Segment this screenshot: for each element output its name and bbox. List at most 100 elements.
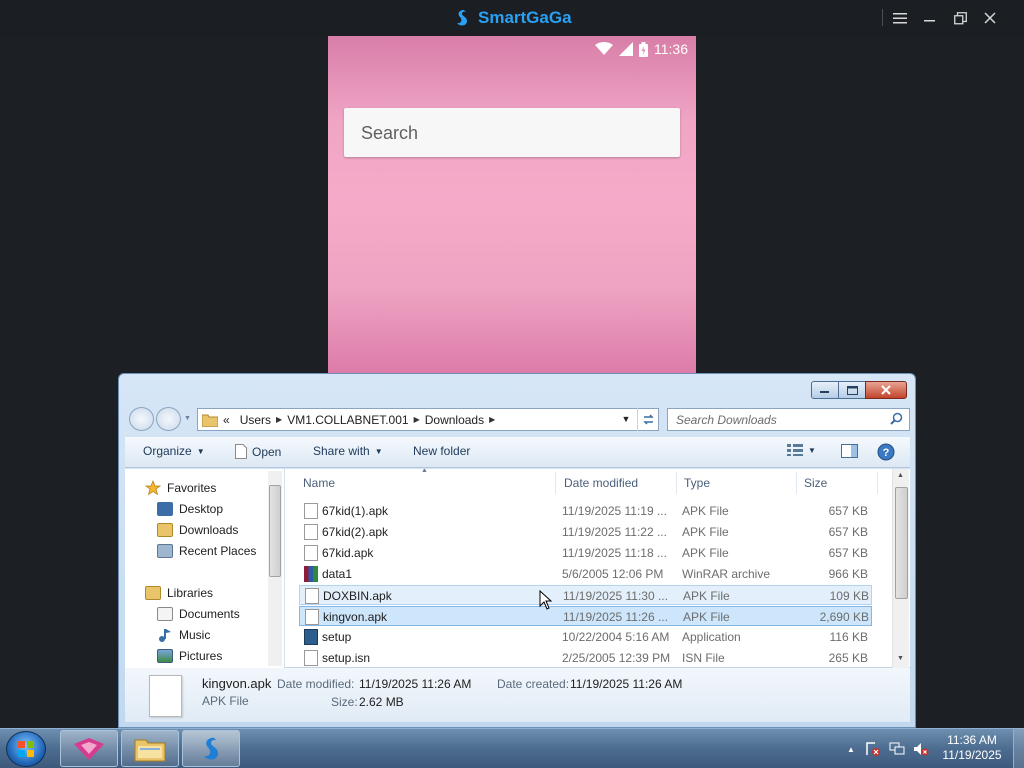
file-size: 966 KB xyxy=(828,567,868,581)
breadcrumb-users[interactable]: Users xyxy=(240,413,271,427)
nav-desktop[interactable]: Desktop xyxy=(157,500,223,518)
restore-icon xyxy=(953,11,967,24)
file-row[interactable]: setup.isn 2/25/2005 12:39 PM ISN File 26… xyxy=(299,648,872,668)
winrar-icon xyxy=(304,566,318,582)
file-list-scroll-thumb[interactable] xyxy=(895,487,908,599)
file-row[interactable]: 67kid(2).apk 11/19/2025 11:22 ... APK Fi… xyxy=(299,522,872,542)
column-header-size[interactable]: Size xyxy=(804,472,827,494)
back-button[interactable] xyxy=(129,407,154,431)
details-file-type: APK File xyxy=(202,694,249,708)
search-downloads-input[interactable]: Search Downloads xyxy=(667,408,910,431)
scroll-up-icon[interactable]: ▲ xyxy=(897,472,904,479)
recent-pages-arrow-icon[interactable]: ▼ xyxy=(184,415,191,422)
file-date: 11/19/2025 11:30 ... xyxy=(563,589,668,603)
nav-music[interactable]: Music xyxy=(157,626,210,644)
action-center-icon[interactable] xyxy=(865,741,881,757)
search-placeholder: Search Downloads xyxy=(676,413,777,427)
explorer-close-button[interactable] xyxy=(865,381,907,399)
nav-pictures[interactable]: Pictures xyxy=(157,647,222,665)
preview-pane-button[interactable] xyxy=(841,444,858,458)
column-divider[interactable] xyxy=(877,472,878,494)
file-date: 5/6/2005 12:06 PM xyxy=(562,567,664,581)
scroll-down-icon[interactable]: ▼ xyxy=(897,655,904,662)
chevron-down-icon: ▼ xyxy=(374,446,383,456)
navigation-pane-scroll-thumb[interactable] xyxy=(269,485,281,577)
column-divider[interactable] xyxy=(676,472,677,494)
file-row-hover[interactable]: DOXBIN.apk 11/19/2025 11:30 ... APK File… xyxy=(299,585,872,605)
nav-favorites[interactable]: Favorites xyxy=(145,479,216,497)
search-icon[interactable] xyxy=(890,412,903,428)
taskbar-app-file-explorer[interactable] xyxy=(121,730,179,767)
nav-documents[interactable]: Documents xyxy=(157,605,240,623)
file-icon xyxy=(304,545,318,561)
explorer-maximize-button[interactable] xyxy=(838,381,866,399)
organize-button[interactable]: Organize ▼ xyxy=(143,444,205,458)
file-date: 2/25/2005 12:39 PM xyxy=(562,651,671,665)
file-size: 657 KB xyxy=(828,504,868,518)
share-with-label: Share with xyxy=(313,444,370,458)
selected-file-icon xyxy=(149,675,182,717)
libraries-icon xyxy=(145,586,161,600)
taskbar-app-pink-fox[interactable] xyxy=(60,730,118,767)
column-header-type[interactable]: Type xyxy=(684,472,710,494)
change-view-button[interactable]: ▼ xyxy=(787,444,816,456)
file-date: 11/19/2025 11:18 ... xyxy=(562,546,667,560)
navigation-pane-scrollbar[interactable] xyxy=(268,471,282,666)
file-list-scrollbar[interactable]: ▲ ▼ xyxy=(892,469,909,668)
column-header-name[interactable]: Name xyxy=(303,472,335,494)
details-date-modified: 11/19/2025 11:26 AM xyxy=(359,677,472,691)
taskbar-clock[interactable]: 11:36 AM 11/19/2025 xyxy=(930,733,1014,763)
address-dropdown-icon[interactable]: ▼ xyxy=(617,408,635,429)
emulator-minimize-button[interactable] xyxy=(918,6,942,30)
emulator-close-button[interactable] xyxy=(978,6,1002,30)
start-button[interactable] xyxy=(6,731,46,767)
nav-downloads[interactable]: Downloads xyxy=(157,521,238,539)
smartgaga-logo-icon xyxy=(204,737,218,759)
nav-favorites-label: Favorites xyxy=(167,481,217,495)
android-search-bar[interactable]: Search xyxy=(344,108,680,157)
file-type: APK File xyxy=(682,504,729,518)
nav-libraries[interactable]: Libraries xyxy=(145,584,213,602)
show-hidden-icons-icon[interactable]: ▲ xyxy=(843,741,859,757)
file-row-selected[interactable]: kingvon.apk 11/19/2025 11:26 ... APK Fil… xyxy=(299,606,872,626)
file-row[interactable]: data1 5/6/2005 12:06 PM WinRAR archive 9… xyxy=(299,564,872,584)
file-name: setup xyxy=(322,630,352,644)
chevron-right-icon[interactable]: ▶ xyxy=(489,415,495,424)
emulator-menu-button[interactable] xyxy=(888,6,912,30)
share-with-button[interactable]: Share with ▼ xyxy=(313,444,383,458)
taskbar-app-smartgaga[interactable] xyxy=(182,730,240,767)
breadcrumb-downloads[interactable]: Downloads xyxy=(425,413,484,427)
column-divider[interactable] xyxy=(555,472,556,494)
refresh-button[interactable] xyxy=(637,408,659,431)
emulator-restore-button[interactable] xyxy=(948,6,972,30)
titlebar-divider xyxy=(882,9,883,26)
chevron-right-icon[interactable]: ▶ xyxy=(276,415,282,424)
explorer-minimize-button[interactable] xyxy=(811,381,839,399)
nav-recent-places[interactable]: Recent Places xyxy=(157,542,256,560)
mouse-cursor-icon xyxy=(539,590,553,610)
file-row[interactable]: setup 10/22/2004 5:16 AM Application 116… xyxy=(299,627,872,647)
breadcrumb-back[interactable]: « xyxy=(223,413,230,427)
file-row[interactable]: 67kid(1).apk 11/19/2025 11:19 ... APK Fi… xyxy=(299,501,872,521)
file-size: 657 KB xyxy=(828,546,868,560)
file-name: DOXBIN.apk xyxy=(323,589,392,603)
breadcrumb-vm1[interactable]: VM1.COLLABNET.001 xyxy=(287,413,408,427)
open-button[interactable]: Open xyxy=(235,444,281,459)
new-folder-button[interactable]: New folder xyxy=(413,444,470,458)
taskbar-date: 11/19/2025 xyxy=(942,748,1002,762)
address-bar[interactable]: « Users ▶ VM1.COLLABNET.001 ▶ Downloads … xyxy=(197,408,659,431)
explorer-navigation-bar: ▼ « Users ▶ VM1.COLLABNET.001 ▶ Download… xyxy=(127,406,910,432)
column-header-date[interactable]: Date modified xyxy=(564,472,638,494)
file-row[interactable]: 67kid.apk 11/19/2025 11:18 ... APK File … xyxy=(299,543,872,563)
file-name: data1 xyxy=(322,567,353,581)
network-icon[interactable] xyxy=(889,741,905,757)
chevron-right-icon[interactable]: ▶ xyxy=(414,415,420,424)
volume-muted-icon[interactable] xyxy=(913,741,929,757)
forward-button[interactable] xyxy=(156,407,181,431)
show-desktop-button[interactable] xyxy=(1013,729,1024,768)
explorer-window: ▼ « Users ▶ VM1.COLLABNET.001 ▶ Download… xyxy=(118,373,916,728)
minimize-icon xyxy=(820,391,829,393)
file-type: Application xyxy=(682,630,741,644)
column-divider[interactable] xyxy=(796,472,797,494)
help-button[interactable]: ? xyxy=(877,443,895,461)
